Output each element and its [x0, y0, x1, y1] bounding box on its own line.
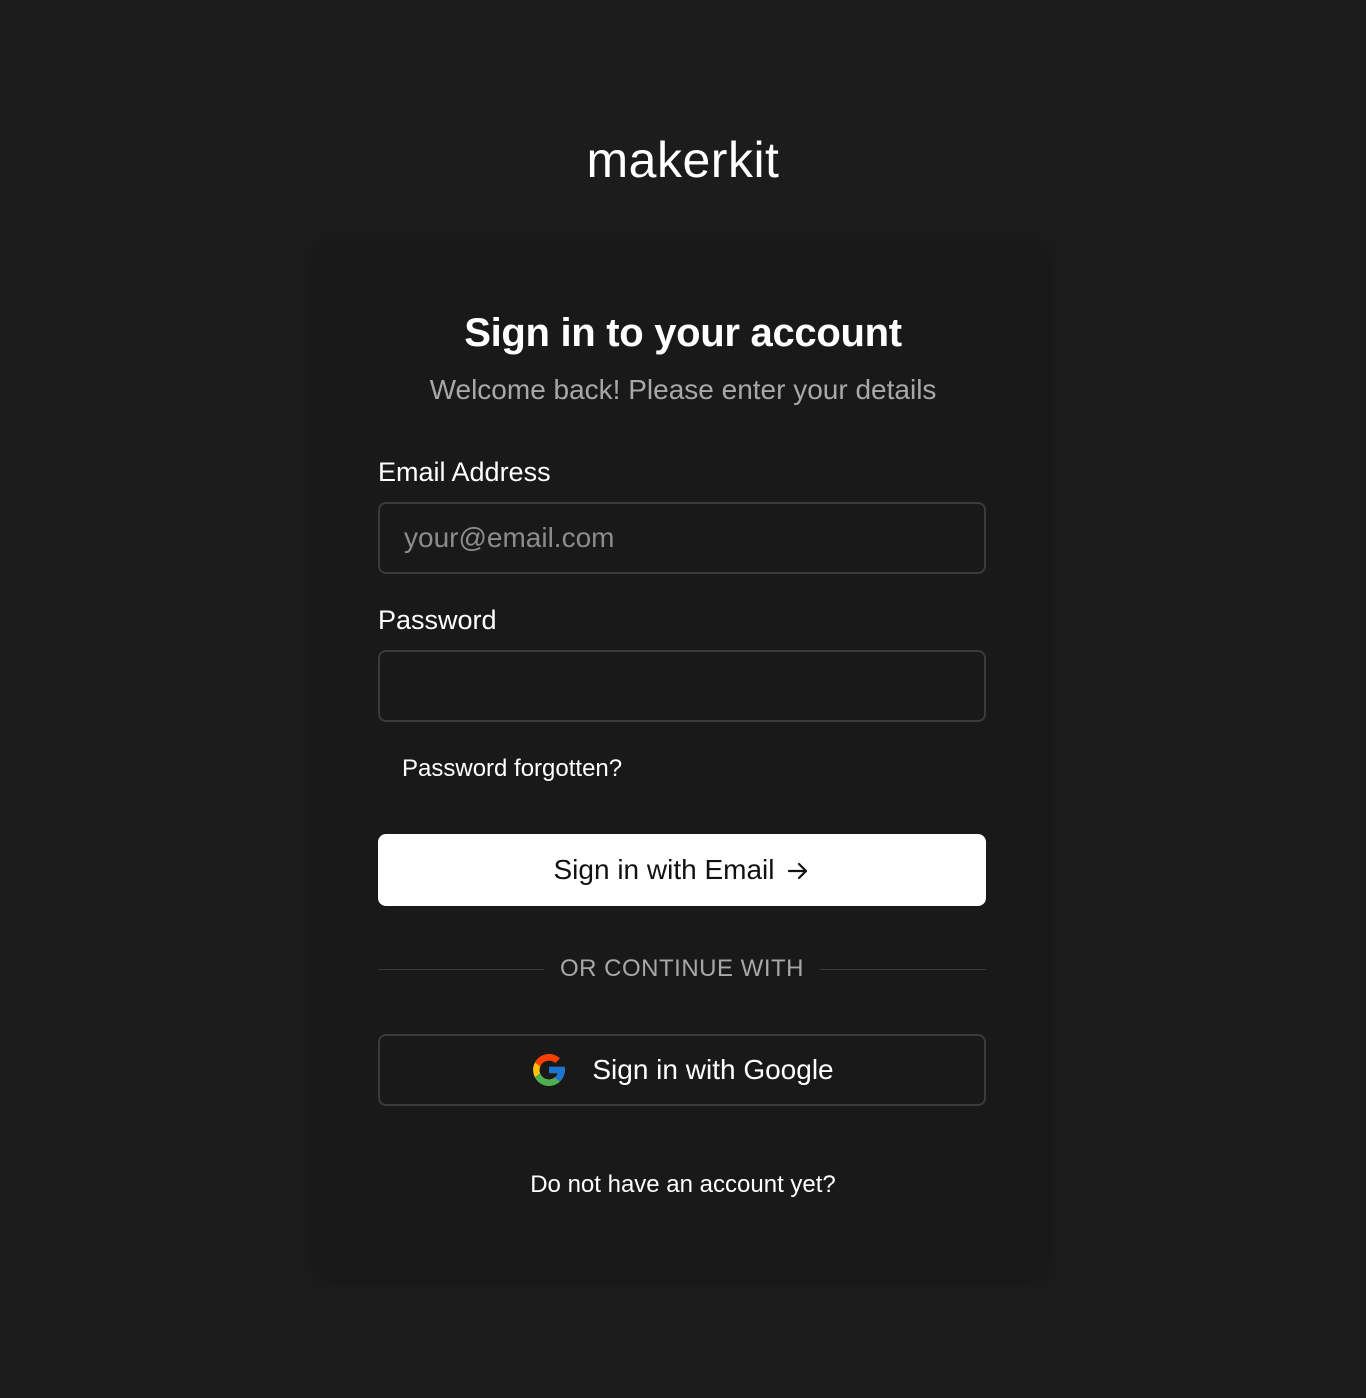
divider-line-right	[820, 968, 987, 970]
sign-in-with-google-button[interactable]: Sign in with Google	[378, 1034, 986, 1106]
password-input[interactable]	[378, 650, 986, 722]
sign-in-with-email-button[interactable]: Sign in with Email	[378, 834, 986, 906]
forgot-password-link[interactable]: Password forgotten?	[402, 754, 622, 784]
page-title: Sign in to your account	[464, 311, 902, 355]
divider-line-left	[378, 968, 545, 970]
signup-link[interactable]: Do not have an account yet?	[0, 1170, 1366, 1200]
email-label: Email Address	[378, 457, 551, 487]
or-continue-with-divider: OR CONTINUE WITH	[378, 952, 987, 986]
google-icon	[530, 1051, 568, 1089]
email-input[interactable]	[378, 502, 986, 574]
divider-text: OR CONTINUE WITH	[560, 955, 804, 982]
arrow-right-icon	[786, 858, 810, 882]
page-subtitle: Welcome back! Please enter your details	[429, 374, 937, 405]
sign-in-with-email-label: Sign in with Email	[553, 854, 775, 885]
sign-in-with-google-label: Sign in with Google	[592, 1054, 834, 1085]
password-label: Password	[378, 605, 497, 635]
makerkit-logo[interactable]: makerkit	[0, 130, 1366, 190]
